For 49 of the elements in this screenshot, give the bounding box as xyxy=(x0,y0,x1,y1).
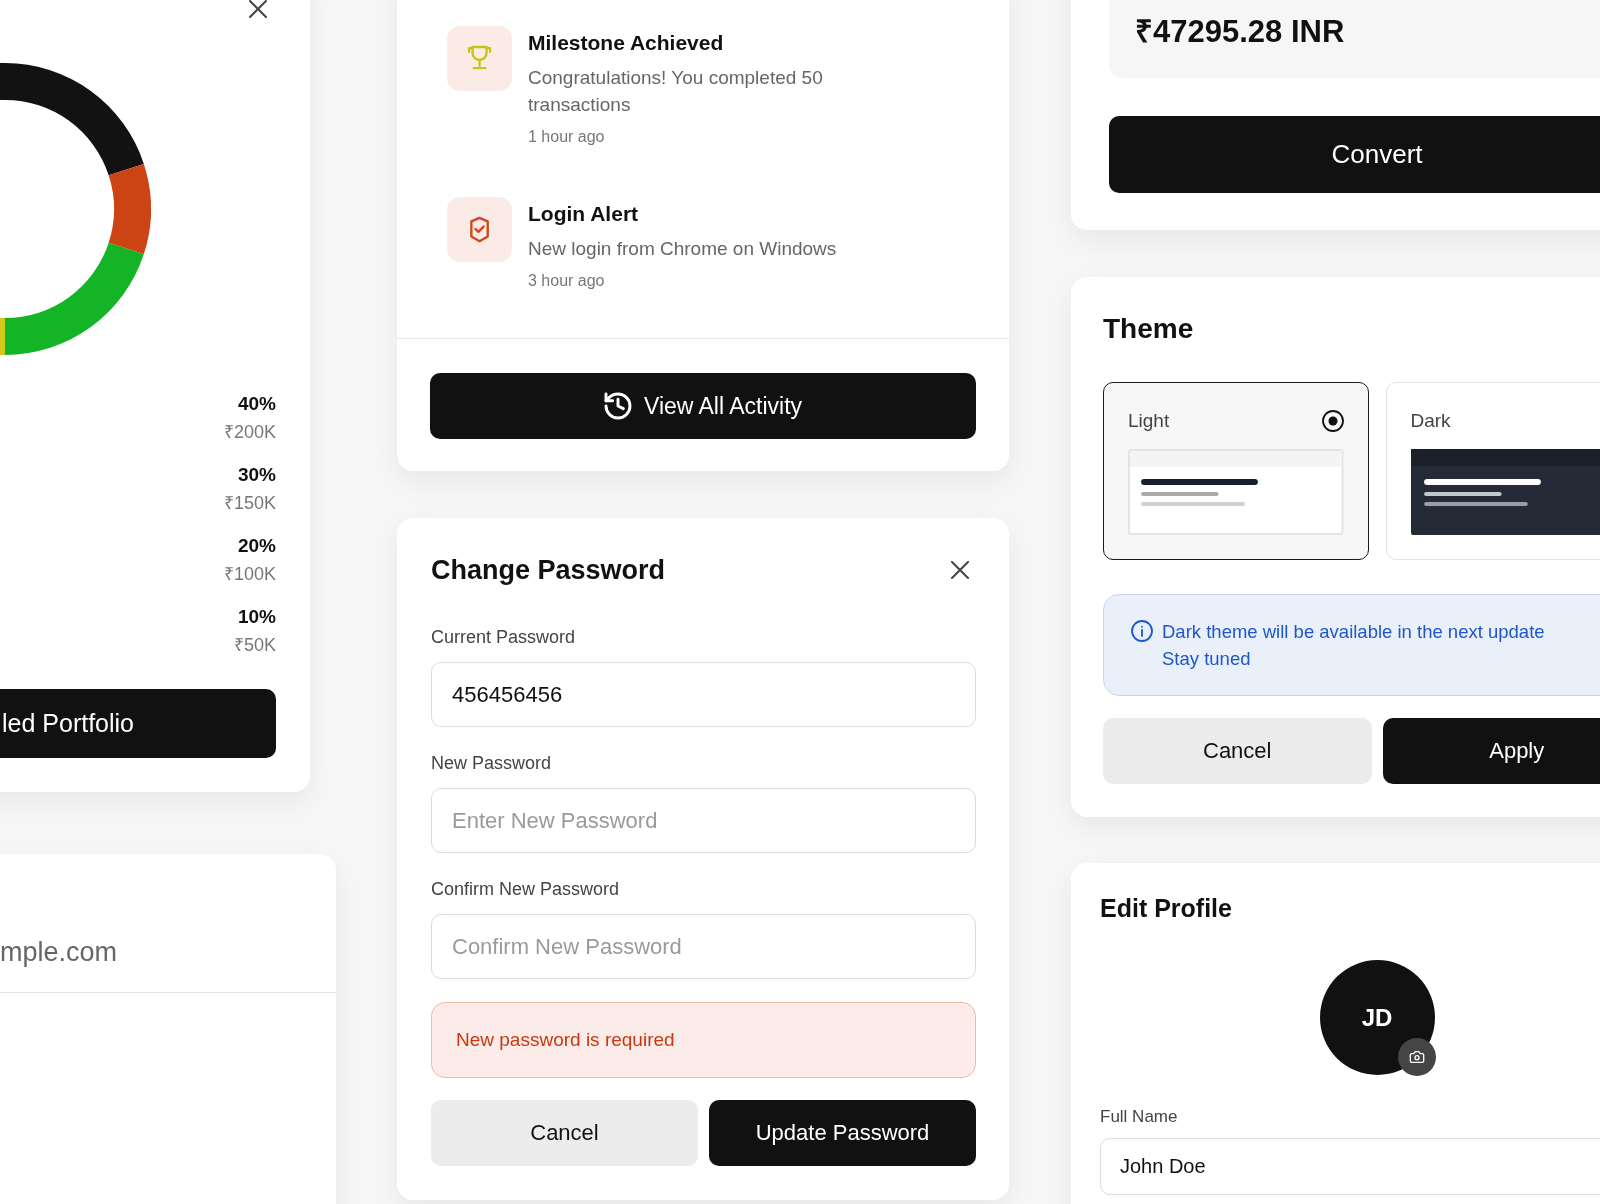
theme-option[interactable]: Dark xyxy=(1385,382,1600,560)
activity-title: Login Alert xyxy=(528,201,639,227)
legend-percent: 30% xyxy=(237,463,276,487)
theme-label: Light xyxy=(1128,409,1170,433)
avatar: JD xyxy=(1319,960,1435,1075)
history-icon xyxy=(603,392,632,420)
cancel-button[interactable]: Cancel xyxy=(431,1100,698,1166)
password-field[interactable]: Enter New Password xyxy=(431,788,976,853)
password-field[interactable]: Confirm New Password xyxy=(431,914,976,979)
legend-percent: 10% xyxy=(237,605,276,629)
portfolio-button[interactable]: led Portfolio xyxy=(0,689,276,758)
email-text: mple.com xyxy=(0,937,118,967)
legend-amount: ₹150K xyxy=(223,492,276,515)
legend-percent: 40% xyxy=(237,392,276,416)
field-label: Current Password xyxy=(431,626,577,649)
activity-time: 3 hour ago xyxy=(528,271,605,291)
legend-amount: ₹50K xyxy=(233,634,276,657)
view-activity-button[interactable]: View All Activity xyxy=(430,373,976,439)
section-title: Theme xyxy=(1103,312,1195,346)
close-icon[interactable] xyxy=(249,0,267,18)
converted-amount: ₹47295.28 INR xyxy=(1135,13,1345,51)
theme-option[interactable]: Light xyxy=(1103,382,1369,560)
legend-amount: ₹100K xyxy=(223,563,276,586)
info-icon xyxy=(1131,620,1153,642)
field-label: New Password xyxy=(431,752,553,775)
activity-time: 1 hour ago xyxy=(528,127,605,147)
field-label: Confirm New Password xyxy=(431,878,621,901)
shield-check-icon xyxy=(447,197,512,262)
error-message: New password is required xyxy=(431,1002,976,1078)
radio-icon xyxy=(1321,410,1344,432)
camera-icon[interactable] xyxy=(1397,1038,1436,1076)
cancel-button[interactable]: Cancel xyxy=(1103,718,1372,784)
legend-percent: 20% xyxy=(237,534,276,558)
update-password-button[interactable]: Update Password xyxy=(709,1100,976,1166)
field-label: Full Name xyxy=(1100,1107,1179,1127)
dialog-title: Change Password xyxy=(431,554,666,587)
activity-title: Milestone Achieved xyxy=(528,30,724,56)
activity-description: Congratulations! You completed 50 transactions xyxy=(528,66,824,117)
legend-amount: ₹200K xyxy=(223,421,276,444)
apply-button[interactable]: Apply xyxy=(1382,718,1600,784)
trophy-icon xyxy=(447,26,512,91)
name-field[interactable]: John Doe xyxy=(1100,1138,1600,1195)
convert-button[interactable]: Convert xyxy=(1109,116,1600,193)
theme-label: Dark xyxy=(1410,409,1451,433)
activity-description: New login from Chrome on Windows xyxy=(528,237,837,261)
close-icon[interactable] xyxy=(951,561,969,579)
info-message: Dark theme will be available in the next update Stay tuned xyxy=(1162,620,1545,671)
section-title: Edit Profile xyxy=(1100,893,1233,923)
password-field[interactable]: 456456456 xyxy=(431,662,976,727)
